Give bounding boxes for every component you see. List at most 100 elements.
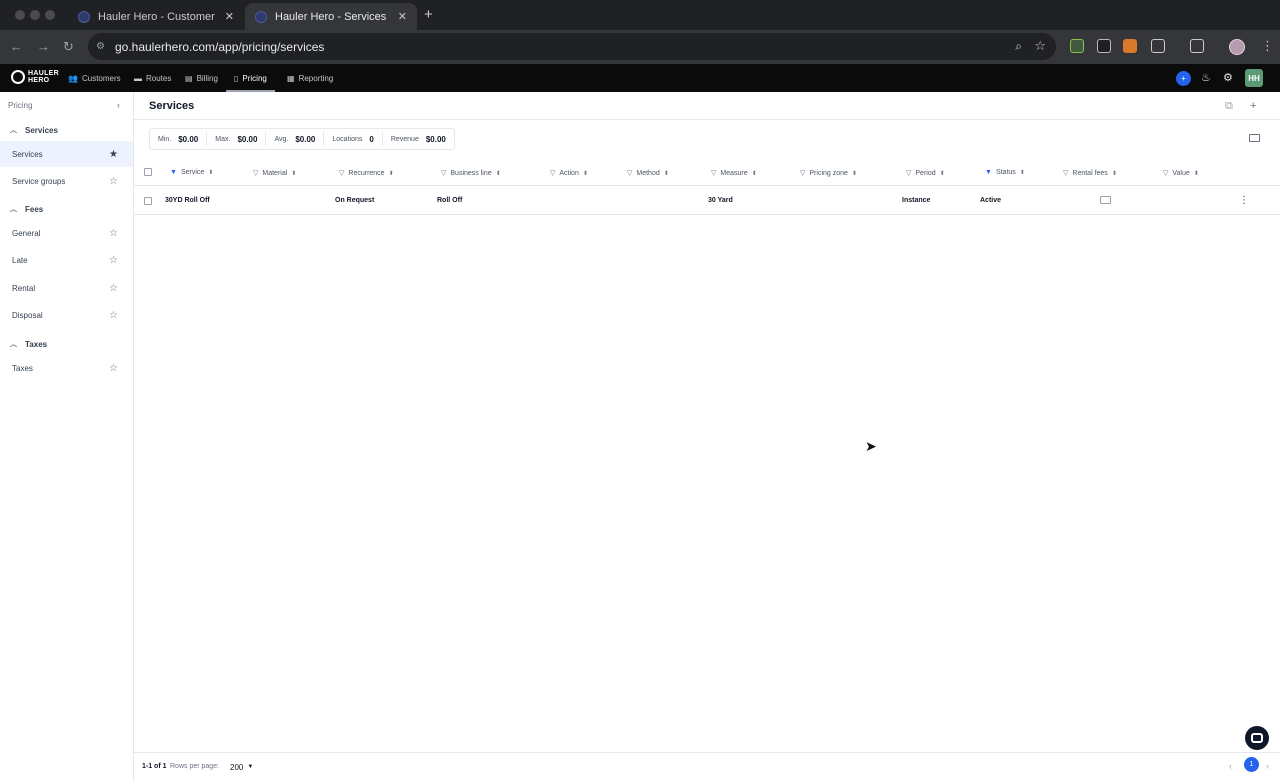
browser-tab-customer[interactable]: Hauler Hero - Customer Deta ✕ [68,3,244,30]
page-1-button[interactable]: 1 [1244,757,1259,772]
window-zoom-dot[interactable] [45,10,55,20]
plus-icon[interactable]: + [424,6,433,23]
layers-icon[interactable]: ⧉ [1225,100,1233,113]
column-header-action[interactable]: ▽ Action ⬍ [550,169,588,178]
sort-icon[interactable]: ⬍ [389,170,394,177]
sort-icon[interactable]: ⬍ [852,170,857,177]
filter-icon[interactable]: ▽ [906,169,911,177]
column-header-recurrence[interactable]: ▽ Recurrence ⬍ [339,169,394,178]
nav-customers[interactable]: 👥 Customers [68,64,121,92]
next-page-icon[interactable]: › [1266,761,1269,771]
filter-icon[interactable]: ▽ [550,169,555,177]
window-close-dot[interactable] [15,10,25,20]
sort-icon[interactable]: ⬍ [752,170,757,177]
row-actions-kebab-icon[interactable]: ⋮ [1239,195,1249,206]
window-minimize-dot[interactable] [30,10,40,20]
cell-service[interactable]: 30YD Roll Off [165,197,210,204]
collapse-sidebar-icon[interactable]: ‹ [117,100,120,110]
sort-icon[interactable]: ⬍ [664,170,669,177]
sidebar-section-taxes[interactable]: ︿ Taxes [10,339,47,349]
back-arrow-icon[interactable]: ← [10,39,23,54]
star-icon[interactable]: ☆ [109,310,118,321]
sort-icon[interactable]: ⬍ [1194,170,1199,177]
star-filled-icon[interactable]: ★ [109,149,118,160]
add-service-icon[interactable]: + [1250,100,1256,112]
address-bar[interactable]: ⚙ go.haulerhero.com/app/pricing/services… [88,33,1056,60]
nav-pricing[interactable]: ▯ Pricing [226,64,275,92]
filter-icon[interactable]: ▽ [253,169,258,177]
extension-green-icon[interactable] [1070,39,1084,53]
filter-icon[interactable]: ▽ [339,169,344,177]
sidebar-item-services[interactable]: Services ★ [0,141,133,167]
column-header-service[interactable]: ▼ Service ⬍ [170,169,213,176]
sidebar-item-late[interactable]: Late ☆ [0,247,133,273]
zoom-icon[interactable]: ⌕ [1015,39,1022,54]
previous-page-icon[interactable]: ‹ [1229,761,1232,771]
filter-icon[interactable]: ▼ [985,169,992,176]
sort-icon[interactable]: ⬍ [1112,170,1117,177]
sidebar-item-disposal[interactable]: Disposal ☆ [0,302,133,328]
sort-icon[interactable]: ⬍ [583,170,588,177]
sort-icon[interactable]: ⬍ [1020,169,1025,176]
star-icon[interactable]: ☆ [109,228,118,239]
sidebar-item-general[interactable]: General ☆ [0,220,133,246]
forward-arrow-icon[interactable]: → [37,39,50,54]
nav-billing[interactable]: ▤ Billing [185,64,218,92]
sort-icon[interactable]: ⬍ [496,170,501,177]
reload-icon[interactable]: ↻ [63,39,74,55]
sidebar-item-taxes[interactable]: Taxes ☆ [0,355,133,381]
star-icon[interactable]: ☆ [109,176,118,187]
sidebar-section-services[interactable]: ︿ Services [10,125,58,135]
close-icon[interactable]: ✕ [398,10,407,23]
column-header-business-line[interactable]: ▽ Business line ⬍ [441,169,501,178]
sidebar-section-fees[interactable]: ︿ Fees [10,204,43,214]
column-header-rental-fees[interactable]: ▽ Rental fees ⬍ [1063,169,1117,178]
rental-fees-icon[interactable] [1100,196,1111,204]
row-checkbox[interactable] [144,197,152,205]
avatar[interactable]: HH [1245,69,1263,87]
hauler-hero-logo[interactable]: HAULER HERO [11,70,59,84]
column-header-period[interactable]: ▽ Period ⬍ [906,169,945,178]
filter-icon[interactable]: ▽ [627,169,632,177]
filter-icon[interactable]: ▽ [1063,169,1068,177]
extension-shield-icon[interactable] [1097,39,1111,53]
sort-icon[interactable]: ⬍ [208,169,213,176]
nav-reporting[interactable]: ▦ Reporting [287,64,333,92]
column-header-method[interactable]: ▽ Method ⬍ [627,169,669,178]
sidebar-item-service-groups[interactable]: Service groups ☆ [0,168,133,194]
filter-icon[interactable]: ▼ [170,169,177,176]
browser-menu-icon[interactable]: ⋮ [1261,38,1274,54]
column-header-material[interactable]: ▽ Material ⬍ [253,169,296,178]
filter-icon[interactable]: ▽ [1163,169,1168,177]
close-icon[interactable]: ✕ [225,10,234,23]
support-chat-button[interactable] [1245,726,1269,750]
star-icon[interactable]: ☆ [109,255,118,266]
extension-orange-icon[interactable] [1123,39,1137,53]
add-user-icon[interactable]: + [1176,71,1191,86]
sort-icon[interactable]: ⬍ [291,170,296,177]
column-header-value[interactable]: ▽ Value ⬍ [1163,169,1199,178]
nav-routes[interactable]: ▬ Routes [134,64,171,92]
sort-icon[interactable]: ⬍ [940,170,945,177]
table-row[interactable]: 30YD Roll Off On Request Roll Off 30 Yar… [134,187,1280,215]
sidebar-item-rental[interactable]: Rental ☆ [0,275,133,301]
filter-icon[interactable]: ▽ [441,169,446,177]
cast-icon[interactable] [1190,39,1204,53]
column-header-pricing-zone[interactable]: ▽ Pricing zone ⬍ [800,169,857,178]
star-icon[interactable]: ☆ [109,363,118,374]
column-settings-icon[interactable] [1249,134,1260,142]
column-header-status[interactable]: ▼ Status ⬍ [985,169,1025,176]
bookmark-star-icon[interactable]: ☆ [1034,38,1046,54]
select-all-checkbox[interactable] [144,168,152,176]
browser-tab-services[interactable]: Hauler Hero - Services ✕ [245,3,417,30]
site-settings-icon[interactable]: ⚙ [96,41,105,52]
gear-icon[interactable]: ⚙ [1223,71,1233,84]
filter-icon[interactable]: ▽ [800,169,805,177]
star-icon[interactable]: ☆ [109,283,118,294]
extensions-puzzle-icon[interactable] [1151,39,1165,53]
flame-icon[interactable]: ♨ [1201,71,1211,84]
browser-profile-avatar[interactable] [1229,39,1245,55]
filter-icon[interactable]: ▽ [711,169,716,177]
rows-per-page-select[interactable]: 200 ▼ [226,759,257,775]
column-header-measure[interactable]: ▽ Measure ⬍ [711,169,757,178]
